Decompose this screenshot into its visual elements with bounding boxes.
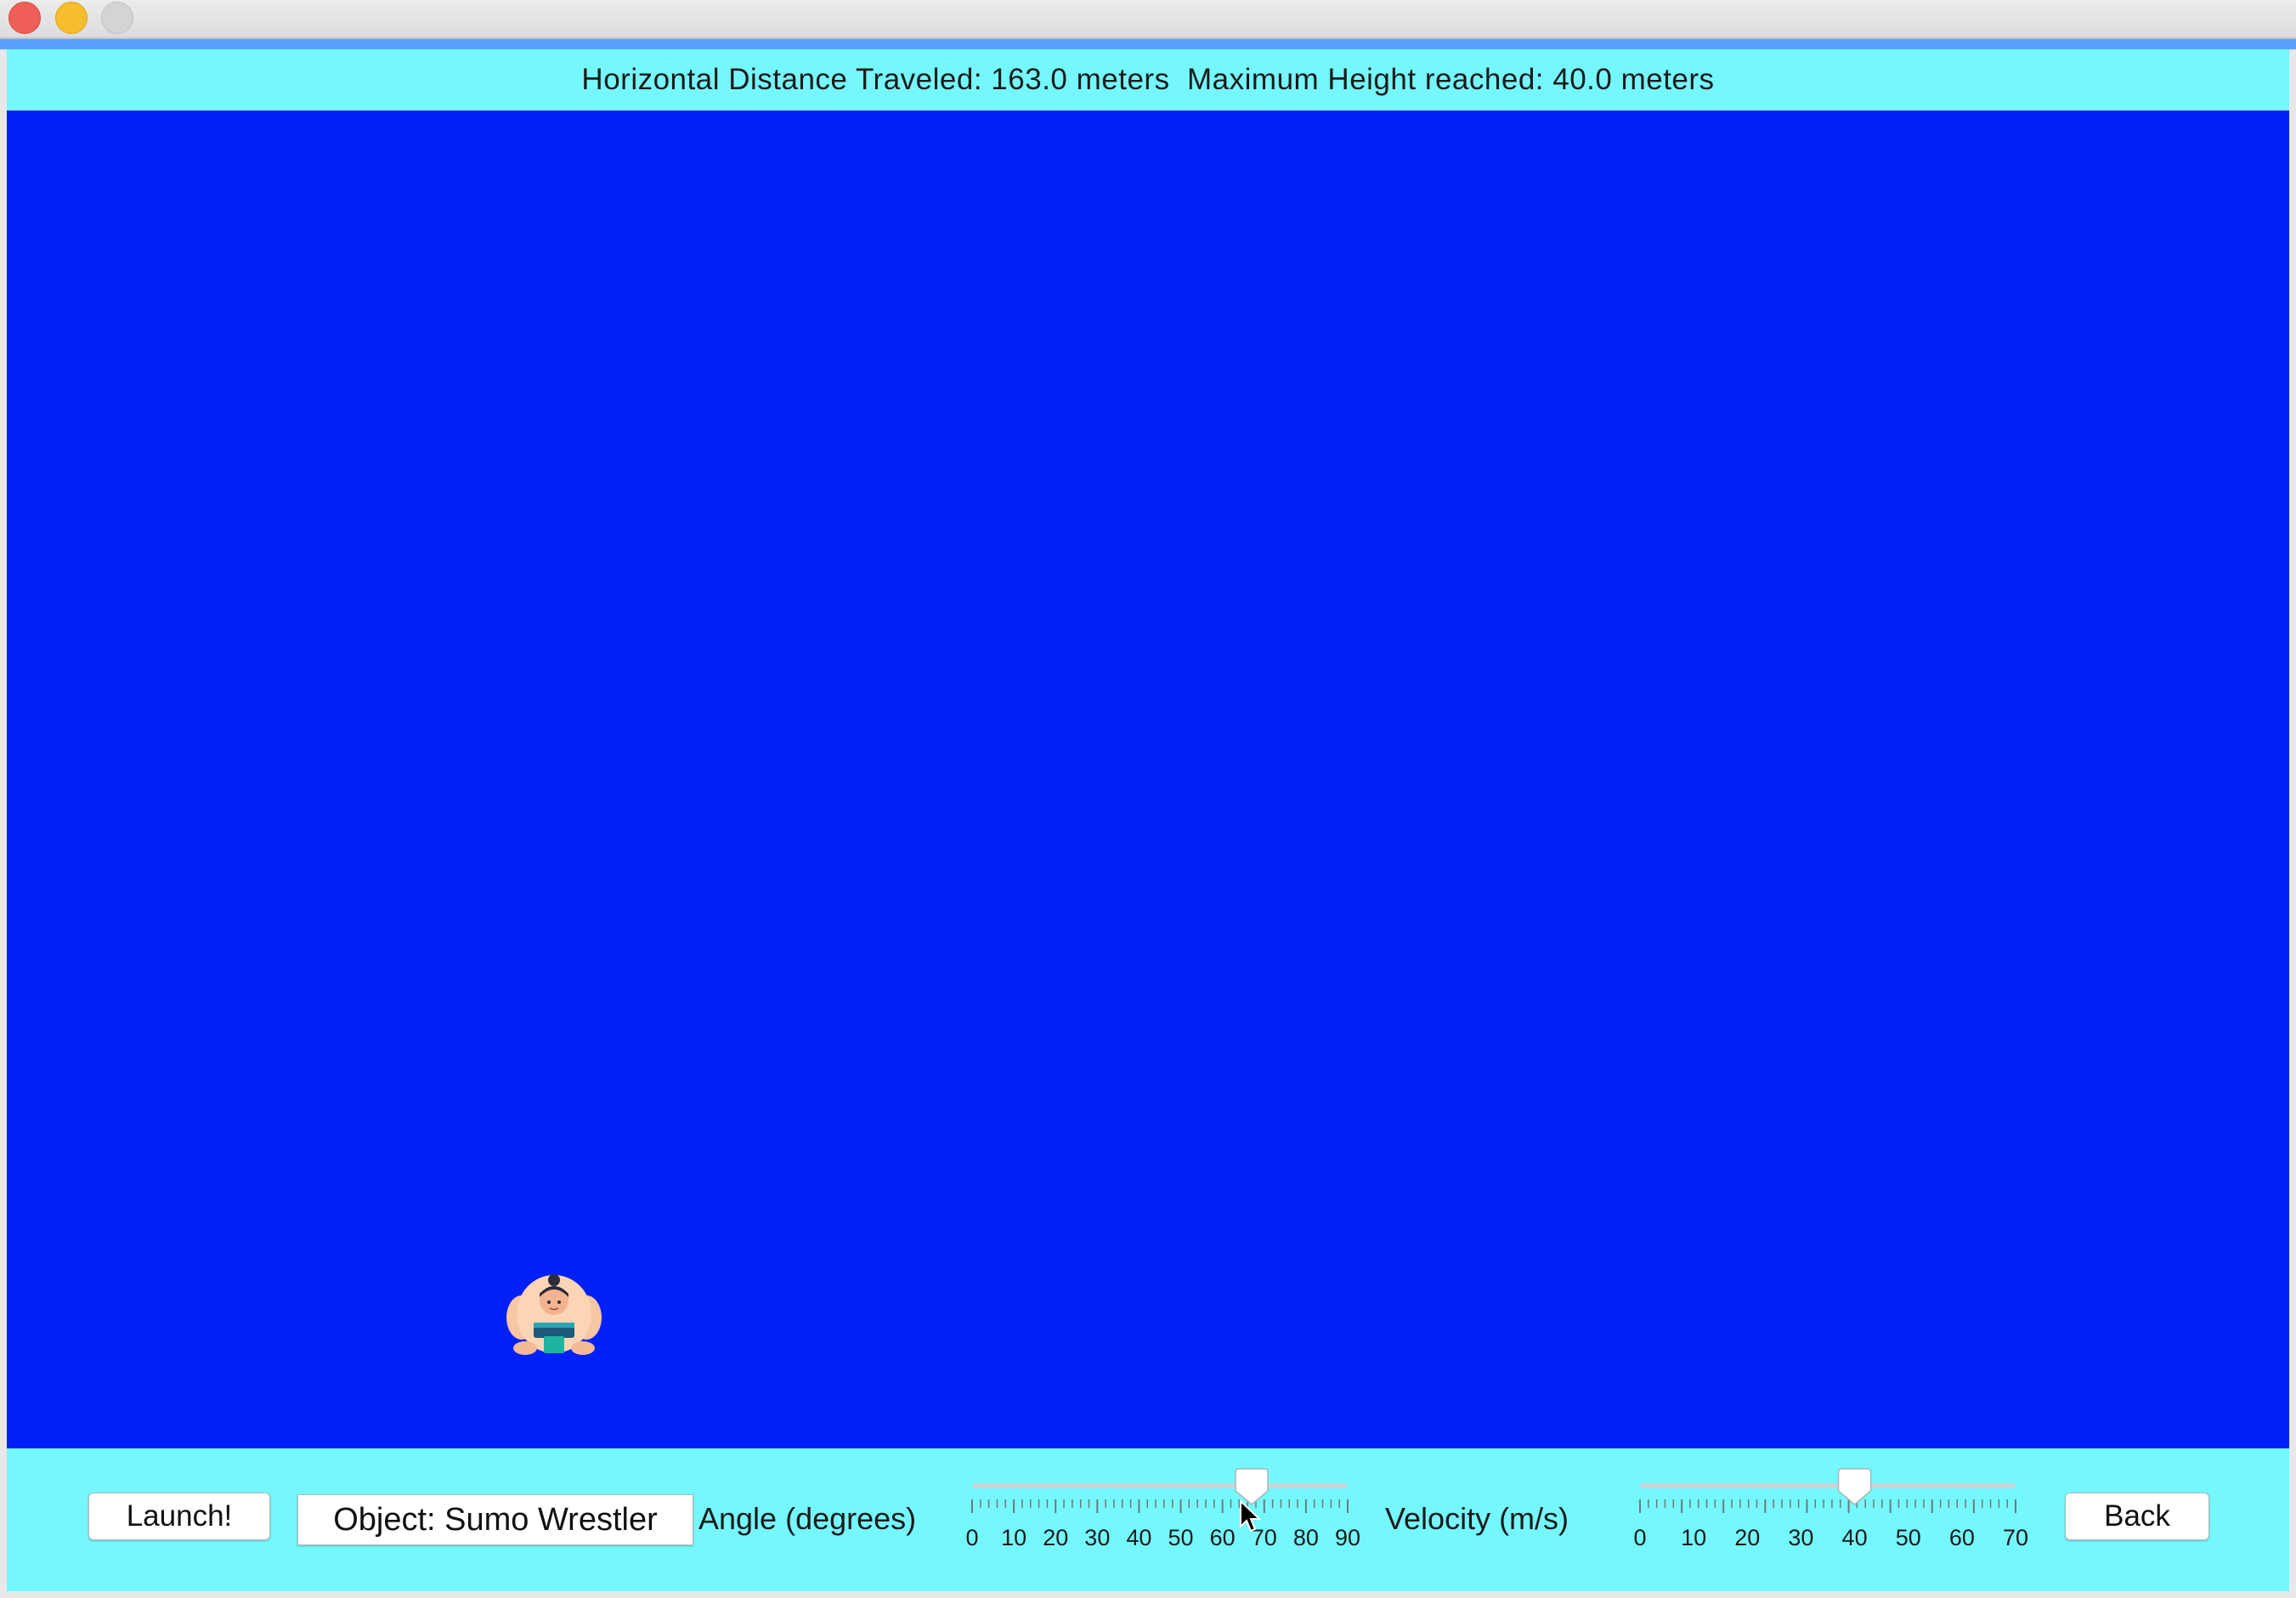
sumo-wrestler-icon [506,1274,602,1355]
back-button[interactable]: Back [2065,1493,2209,1540]
window-border-accent [0,39,2296,49]
results-panel: Horizontal Distance Traveled: 163.0 mete… [7,49,2289,110]
launch-button[interactable]: Launch! [88,1493,270,1540]
angle-slider-tick-label: 0 [965,1525,978,1550]
velocity-label: Velocity (m/s) [1385,1501,1569,1536]
angle-slider-tick-label: 50 [1168,1525,1194,1550]
velocity-slider-track[interactable] [1640,1483,2016,1488]
velocity-slider-tick-label: 70 [2003,1525,2028,1550]
results-text: Horizontal Distance Traveled: 163.0 mete… [581,63,1715,96]
angle-slider-tick-label: 30 [1084,1525,1110,1550]
velocity-slider-tick-label: 40 [1842,1525,1868,1550]
zoom-window-button[interactable] [101,2,133,34]
velocity-slider[interactable]: 0 10 20 30 40 50 60 70 [1626,1468,2051,1567]
angle-label: Angle (degrees) [698,1501,917,1536]
velocity-slider-tick-label: 10 [1681,1525,1706,1550]
velocity-slider-tick-label: 0 [1633,1525,1646,1550]
angle-slider-tick-label: 90 [1335,1525,1360,1550]
close-window-button[interactable] [8,2,41,34]
velocity-slider-tick-label: 30 [1788,1525,1813,1550]
mouse-cursor-icon [1240,1499,1261,1533]
angle-slider-tick-label: 60 [1210,1525,1236,1550]
minimize-window-button[interactable] [55,2,88,34]
velocity-slider-tick-label: 20 [1734,1525,1760,1550]
title-bar [0,0,2296,39]
angle-slider-tick-label: 20 [1043,1525,1068,1550]
angle-slider-tick-label: 10 [1001,1525,1026,1550]
application-window: Horizontal Distance Traveled: 163.0 mete… [0,0,2296,1598]
velocity-slider-tick-label: 60 [1949,1525,1975,1550]
velocity-slider-tick-label: 50 [1896,1525,1921,1550]
angle-slider[interactable]: 0 10 20 30 40 50 60 70 80 90 [959,1468,1383,1567]
velocity-slider-thumb[interactable] [1837,1468,1872,1505]
angle-slider-track[interactable] [972,1483,1348,1488]
angle-slider-tick-label: 80 [1293,1525,1319,1550]
object-select-button[interactable]: Object: Sumo Wrestler [297,1494,693,1545]
angle-slider-tick-label: 40 [1126,1525,1151,1550]
control-panel: Launch! Object: Sumo Wrestler Angle (deg… [7,1448,2289,1591]
simulation-canvas [7,110,2289,1448]
